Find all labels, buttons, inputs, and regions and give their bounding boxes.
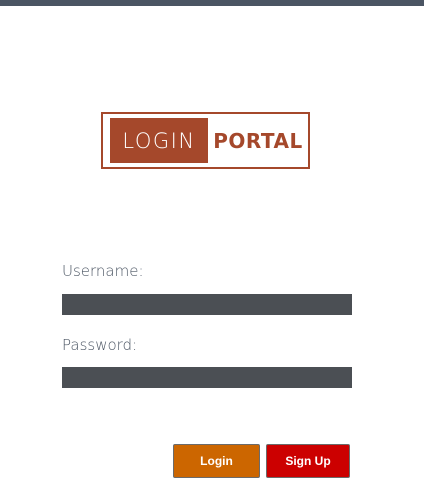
logo-portal-text: PORTAL: [213, 128, 303, 153]
signup-button[interactable]: Sign Up: [266, 444, 350, 478]
login-portal-logo: LOGIN PORTAL: [101, 112, 310, 169]
username-field[interactable]: [62, 294, 352, 315]
username-label: Username:: [62, 262, 144, 280]
password-label: Password:: [62, 336, 138, 354]
top-bar: [0, 0, 424, 6]
logo-login-text: LOGIN: [110, 118, 208, 163]
login-button[interactable]: Login: [173, 444, 260, 478]
password-field[interactable]: [62, 367, 352, 388]
